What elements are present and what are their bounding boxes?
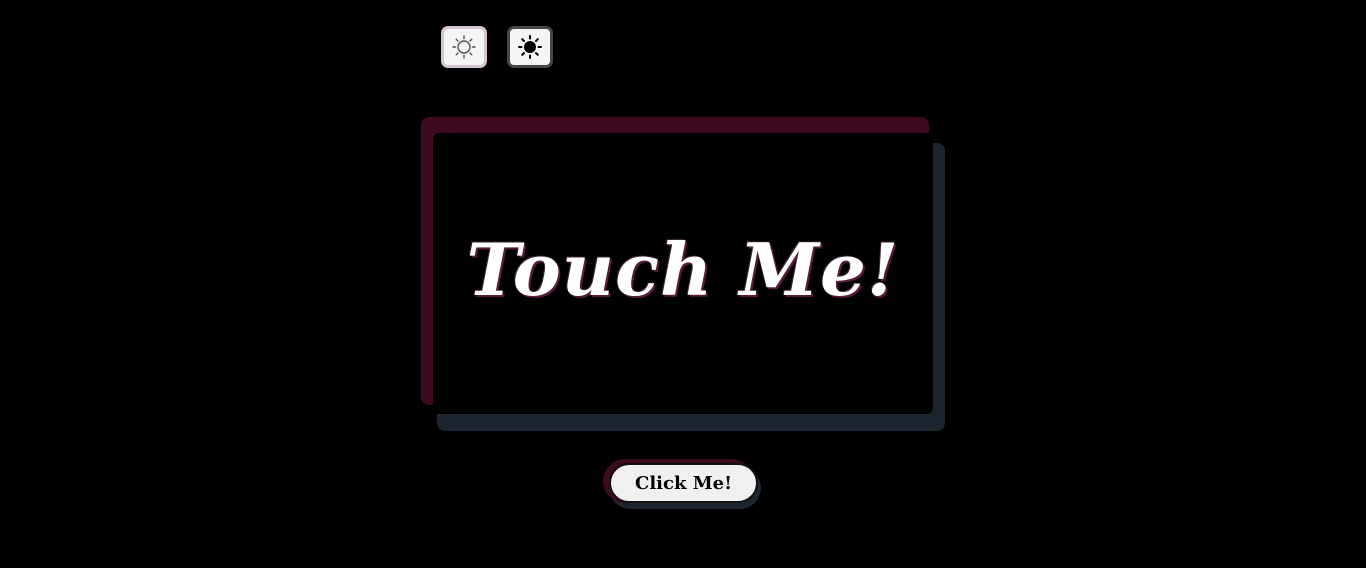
- click-button-container: Click Me!: [603, 459, 763, 509]
- touch-card[interactable]: Touch Me!: [433, 133, 933, 414]
- touch-card-container: Touch Me!: [421, 117, 945, 431]
- sun-outline-icon: [452, 35, 476, 59]
- sun-filled-icon: [518, 35, 542, 59]
- click-me-button[interactable]: Click Me!: [609, 463, 758, 503]
- dark-theme-button[interactable]: [507, 26, 553, 68]
- card-title: Touch Me!: [466, 227, 900, 312]
- light-theme-button[interactable]: [441, 26, 487, 68]
